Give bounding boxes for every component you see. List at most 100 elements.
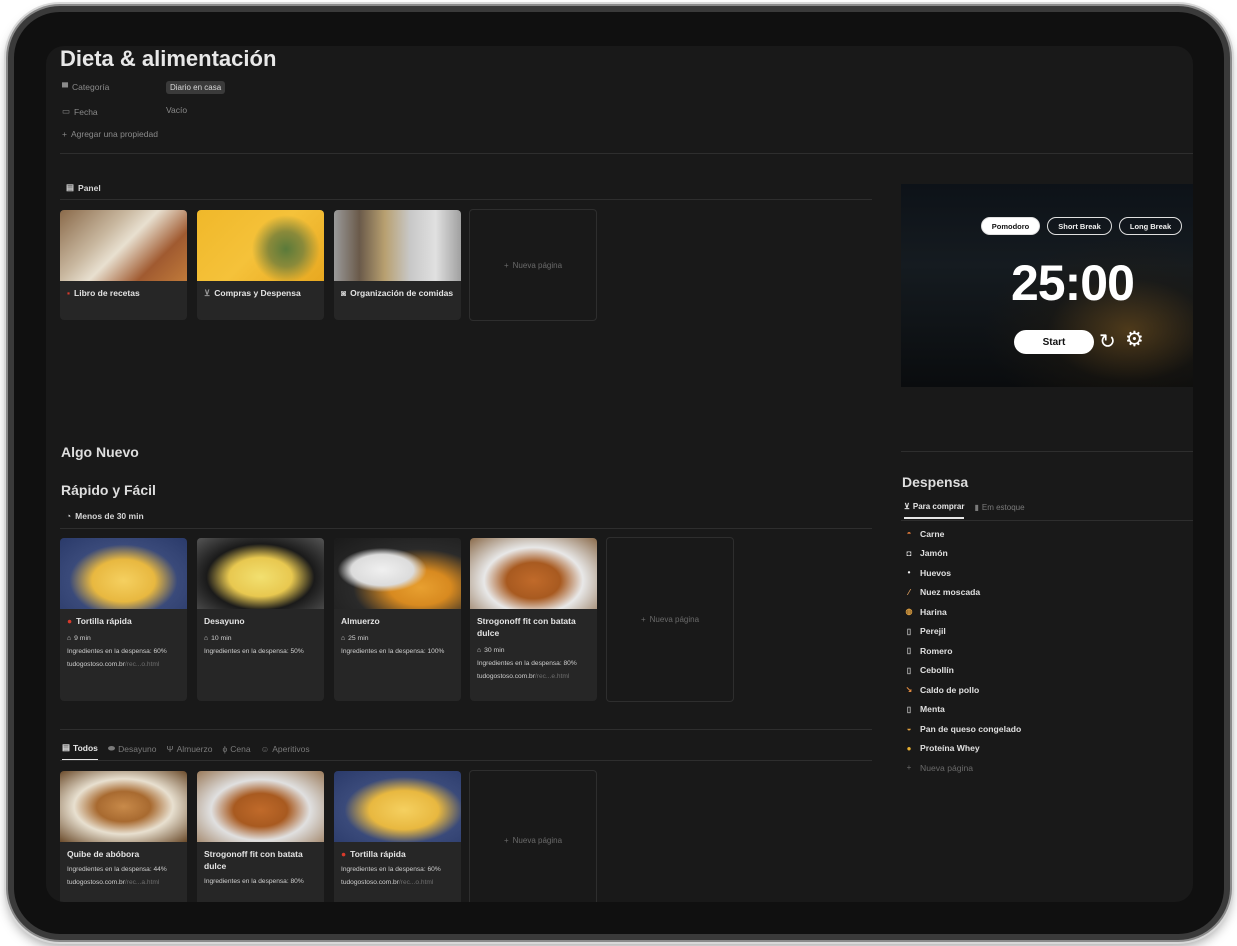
plus-icon: + — [62, 129, 67, 139]
recipe-link[interactable]: tudogostoso.com.br/rec...a.html — [67, 879, 180, 886]
page-title: Dieta & alimentación — [60, 46, 277, 71]
page-icon: ▯ — [906, 646, 912, 656]
flour-icon: ◍ — [905, 607, 913, 617]
meat-icon: ◓ — [906, 529, 912, 539]
category-icon: ▀ — [62, 82, 69, 92]
clock-icon: ⌂ — [204, 635, 209, 642]
card-image — [60, 210, 187, 281]
list-item[interactable]: • Huevos — [904, 563, 1184, 583]
ham-icon: ◘ — [906, 548, 912, 558]
tab-aperitivos[interactable]: ☺ Aperitivos — [261, 744, 310, 760]
plate-icon: ϕ — [222, 743, 228, 754]
clock-icon: ⌂ — [477, 647, 482, 654]
despensa-tabs: ⊻ Para comprar ▮ Em estoque — [904, 502, 1025, 519]
cart-icon: ⊻ — [204, 288, 211, 298]
recipe-link[interactable]: tudogostoso.com.br/rec...o.html — [341, 879, 454, 886]
list-item[interactable]: ▯ Perejil — [904, 622, 1184, 642]
list-item[interactable]: ▯ Menta — [904, 700, 1184, 720]
mode-short-break[interactable]: Short Break — [1047, 217, 1112, 235]
tab-cena[interactable]: ϕ Cena — [222, 744, 250, 760]
snack-icon: ☺ — [260, 743, 270, 754]
pomodoro-widget: Pomodoro Short Break Long Break 25:00 St… — [901, 184, 1193, 387]
page-icon: ▯ — [906, 626, 912, 636]
mode-pomodoro[interactable]: Pomodoro — [981, 217, 1040, 235]
timer-display: 25:00 — [1011, 255, 1135, 311]
calendar-icon: ▭ — [62, 106, 71, 116]
date-value[interactable]: Vacío — [166, 105, 187, 115]
recipe-link[interactable]: tudogostoso.com.br/rec...o.html — [67, 661, 180, 668]
tab-em-estoque[interactable]: ▮ Em estoque — [974, 503, 1024, 518]
panel-card-recipes[interactable]: ▪ Libro de recetas — [60, 210, 187, 320]
panel-card-shopping[interactable]: ⊻ Compras y Despensa — [197, 210, 324, 320]
list-item[interactable]: ▯ Romero — [904, 641, 1184, 661]
clock-icon: ⌂ — [341, 635, 346, 642]
card-image — [197, 210, 324, 281]
new-page-button[interactable]: + Nueva página — [469, 770, 597, 902]
divider — [60, 528, 872, 529]
new-page-button[interactable]: + Nueva página — [904, 758, 1184, 778]
page-icon: ▯ — [906, 704, 912, 714]
recipe-card[interactable]: Almuerzo ⌂ 25 min Ingredientes en la desp… — [334, 538, 461, 701]
recipe-card[interactable]: ● Tortilla rápida Ingredientes en la desp… — [334, 771, 461, 902]
reset-icon[interactable]: ↻ — [1099, 329, 1116, 354]
panel-label: ▤ Panel — [66, 182, 101, 193]
tab-para-comprar[interactable]: ⊻ Para comprar — [904, 502, 965, 519]
list-item[interactable]: ● Proteína Whey — [904, 739, 1184, 759]
list-item[interactable]: ◍ Harina — [904, 602, 1184, 622]
card-image — [60, 538, 187, 609]
card-image — [334, 771, 461, 842]
plus-icon: + — [640, 615, 646, 624]
nut-icon: ⁄ — [908, 587, 910, 597]
drumstick-icon: ↘ — [905, 685, 913, 695]
bottle-icon: ▮ — [974, 503, 979, 512]
egg-icon: • — [907, 568, 911, 578]
category-tabs: ▤ Todos ⬬ Desayuno Ψ Almuerzo ϕ Cena ☺ Aperit… — [62, 742, 310, 761]
gear-icon[interactable]: ⚙ — [1125, 327, 1144, 352]
list-item[interactable]: ◒ Pan de queso congelado — [904, 719, 1184, 739]
recipe-link[interactable]: tudogostoso.com.br/rec...e.html — [477, 673, 590, 680]
tab-almuerzo[interactable]: Ψ Almuerzo — [166, 744, 212, 760]
property-category-label: ▀ Categoría — [62, 82, 110, 92]
divider — [901, 520, 1193, 521]
card-image — [60, 771, 187, 842]
list-item[interactable]: ⁄ Nuez moscada — [904, 583, 1184, 603]
card-image — [197, 771, 324, 842]
bread-icon: ◒ — [906, 724, 912, 734]
book-icon: ▪ — [67, 288, 71, 298]
start-button[interactable]: Start — [1014, 330, 1094, 354]
list-item[interactable]: ◘ Jamón — [904, 544, 1184, 564]
panel-card-meal-planning[interactable]: ◙ Organización de comidas — [334, 210, 461, 320]
section-heading-algo-nuevo: Algo Nuevo — [61, 444, 139, 460]
list-item[interactable]: ↘ Caldo de pollo — [904, 680, 1184, 700]
tab-todos[interactable]: ▤ Todos — [62, 742, 98, 761]
egg-icon: ⬬ — [107, 743, 116, 753]
new-page-button[interactable]: + Nueva página — [606, 537, 734, 702]
mode-long-break[interactable]: Long Break — [1119, 217, 1182, 235]
clock-icon: ⌂ — [67, 635, 72, 642]
timer-icon: ◔ — [66, 511, 72, 521]
recipe-card[interactable]: ● Tortilla rápida ⌂ 9 min Ingredientes en … — [60, 538, 187, 701]
card-image — [334, 538, 461, 609]
section-heading-rapido: Rápido y Fácil — [61, 482, 156, 498]
book-icon: ▤ — [62, 742, 71, 752]
divider — [901, 451, 1193, 452]
recipe-card[interactable]: Strogonoff fit con batata dulce Ingredie… — [197, 771, 324, 902]
divider — [60, 199, 872, 200]
plus-icon: + — [503, 835, 509, 845]
recipe-card[interactable]: Strogonoff fit con batata dulce ⌂ 30 min … — [470, 538, 597, 701]
divider — [60, 760, 872, 761]
recipe-card[interactable]: Desayuno ⌂ 10 min Ingredientes en la desp… — [197, 538, 324, 701]
apple-icon: ● — [67, 616, 73, 626]
list-item[interactable]: ◓ Carne — [904, 524, 1184, 544]
divider — [60, 729, 872, 730]
page-icon: ▯ — [906, 665, 912, 675]
apple-icon: ● — [341, 849, 347, 859]
protein-icon: ● — [906, 743, 912, 753]
category-tag[interactable]: Diario en casa — [166, 81, 226, 94]
recipe-card[interactable]: Quibe de abóbora Ingredientes en la desp… — [60, 771, 187, 902]
filter-label: ◔ Menos de 30 min — [66, 511, 144, 521]
new-page-button[interactable]: + Nueva página — [469, 209, 597, 321]
add-property-button[interactable]: + Agregar una propiedad — [62, 129, 158, 139]
tab-desayuno[interactable]: ⬬ Desayuno — [108, 743, 157, 760]
list-item[interactable]: ▯ Cebollín — [904, 661, 1184, 681]
